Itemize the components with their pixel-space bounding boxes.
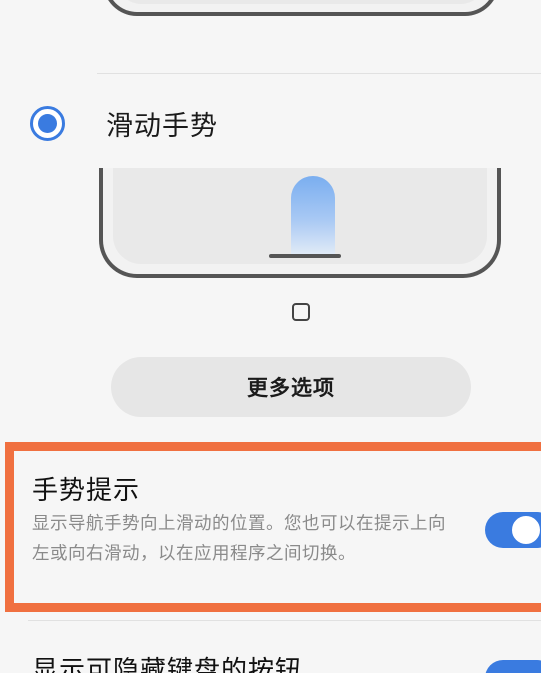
swipe-gesture-preview xyxy=(99,168,501,278)
gesture-hint-title: 手势提示 xyxy=(32,476,141,506)
button-navigation-preview xyxy=(103,0,499,16)
gesture-hint-toggle[interactable] xyxy=(485,512,541,548)
gesture-hint-bar xyxy=(269,254,341,258)
gesture-hint-description: 显示导航手势向上滑动的位置。您也可以在提示上向左或向右滑动，以在应用程序之间切换… xyxy=(32,514,446,564)
preview-screen xyxy=(113,168,487,264)
home-button-icon xyxy=(292,303,310,321)
preview-screen xyxy=(117,0,485,4)
divider xyxy=(28,620,541,621)
swipe-gestures-label: 滑动手势 xyxy=(106,110,218,142)
navigation-bar-settings-screen: 滑动手势 更多选项 手势提示 显示导航手势向上滑动的位置。您也可以在提示上向左或… xyxy=(0,0,541,673)
hide-keyboard-button-toggle[interactable] xyxy=(485,660,541,673)
radio-button[interactable] xyxy=(30,105,65,141)
divider xyxy=(97,73,541,74)
more-options-button[interactable]: 更多选项 xyxy=(111,357,471,417)
swipe-gestures-option[interactable]: 滑动手势 xyxy=(30,100,430,146)
hide-keyboard-button-title: 显示可隐藏键盘的按钮 xyxy=(32,656,303,673)
swipe-up-indicator-icon xyxy=(291,176,335,256)
radio-selected-dot xyxy=(38,113,57,133)
toggle-knob xyxy=(511,515,541,545)
